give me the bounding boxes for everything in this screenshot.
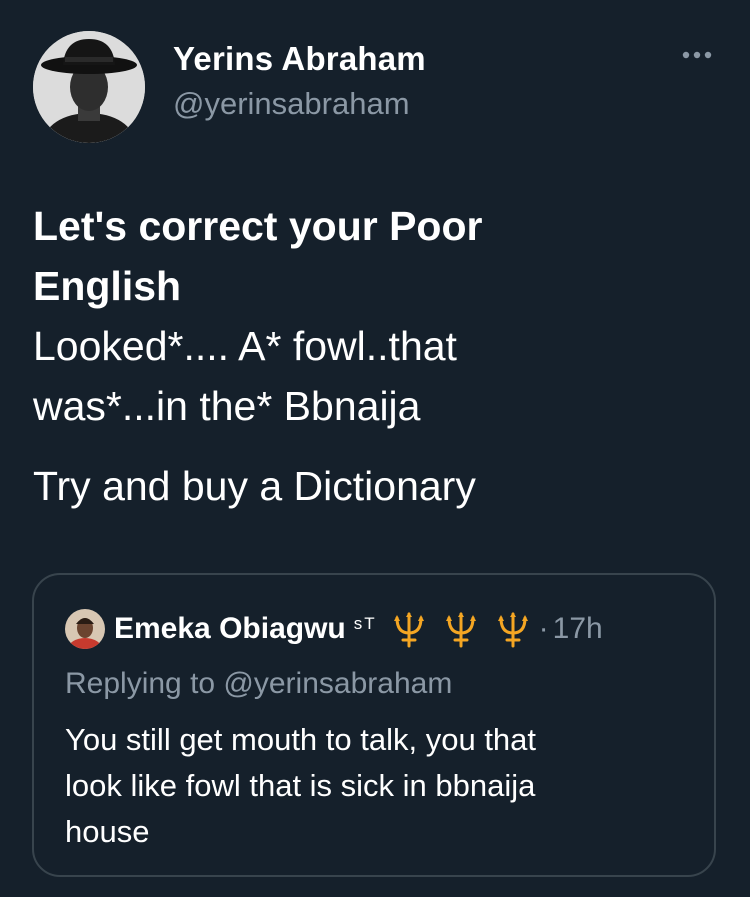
more-options-button[interactable] xyxy=(678,43,716,67)
quoted-author-avatar[interactable] xyxy=(65,609,105,649)
quoted-text-line: You still get mouth to talk, you that xyxy=(65,722,537,757)
tweet-bold-line: Let's correct your Poor xyxy=(33,203,483,249)
tweet-line: Looked*.... A* fowl..that xyxy=(33,323,457,369)
trident-emoji-icon xyxy=(445,612,476,648)
author-avatar-image xyxy=(33,31,145,143)
quoted-tweet-timestamp[interactable]: 17h xyxy=(553,612,603,646)
quoted-tweet-header: Emeka Obiagwu sT · 17h xyxy=(114,607,603,651)
author-handle[interactable]: @yerinsabraham xyxy=(173,86,410,122)
trident-emoji-icon xyxy=(393,612,424,648)
quoted-author-name[interactable]: Emeka Obiagwu xyxy=(114,612,346,646)
author-display-name[interactable]: Yerins Abraham xyxy=(173,40,426,78)
tweet-text: Let's correct your Poor English Looked*.… xyxy=(33,196,713,516)
quoted-text-line: house xyxy=(65,814,150,849)
tweet-closing-line: Try and buy a Dictionary xyxy=(33,463,476,509)
quoted-avatar-image xyxy=(65,609,105,649)
tweet-author-header: Yerins Abraham @yerinsabraham xyxy=(33,31,720,143)
header-separator: · xyxy=(538,612,549,645)
tweet-line: was*...in the* Bbnaija xyxy=(33,383,421,429)
quoted-text-line: look like fowl that is sick in bbnaija xyxy=(65,768,536,803)
quoted-tweet-text: You still get mouth to talk, you that lo… xyxy=(65,717,685,855)
tweet-bold-line: English xyxy=(33,263,182,309)
author-avatar[interactable] xyxy=(33,31,145,143)
quoted-tweet-card[interactable]: Emeka Obiagwu sT · 17h Replying to @yeri… xyxy=(32,573,716,877)
more-horizontal-icon xyxy=(682,51,712,59)
tweet-page: Yerins Abraham @yerinsabraham Let's corr… xyxy=(0,0,750,897)
replying-to-label[interactable]: Replying to @yerinsabraham xyxy=(65,667,452,701)
trident-emojis xyxy=(389,609,545,649)
trident-emoji-icon xyxy=(497,612,528,648)
quoted-author-badge: sT xyxy=(353,614,377,633)
